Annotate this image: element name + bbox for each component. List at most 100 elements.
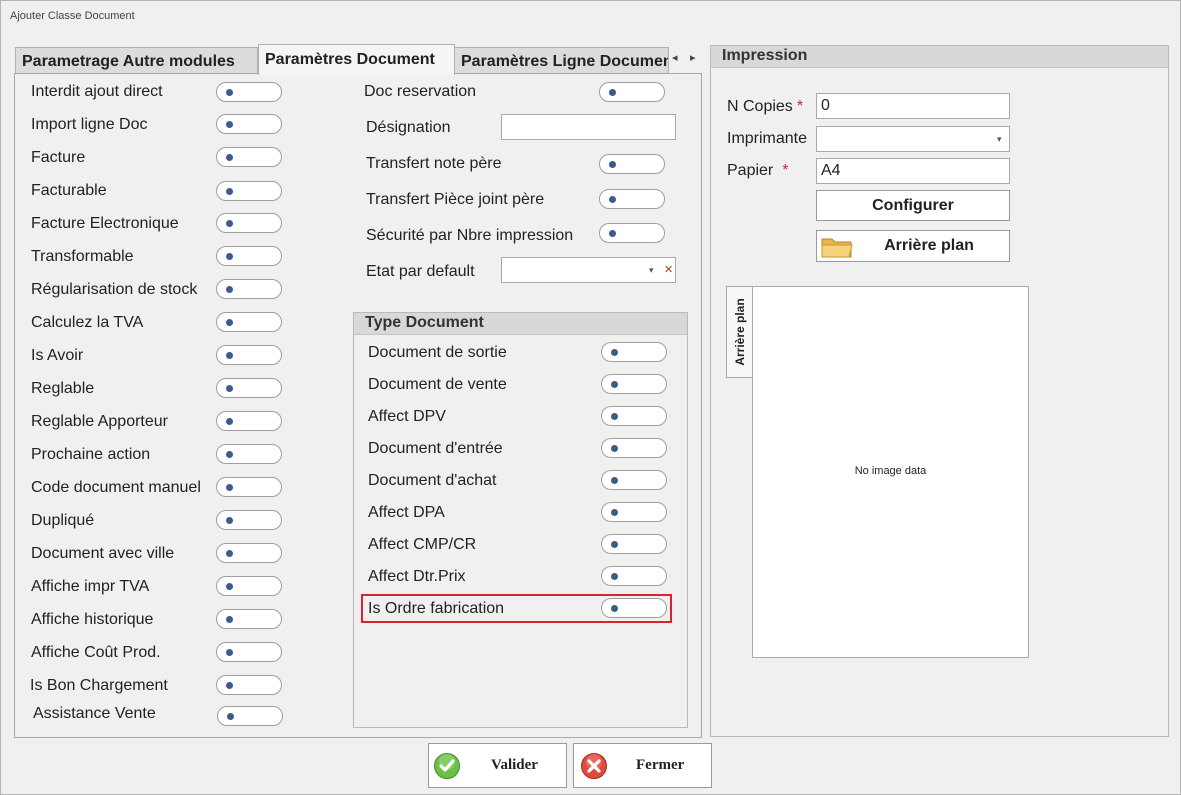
left-option-toggle[interactable]	[216, 510, 282, 530]
left-option-label: Is Avoir	[31, 347, 84, 364]
arriere-plan-tab[interactable]: Arrière plan	[726, 286, 753, 378]
type-document-toggle[interactable]	[601, 534, 667, 554]
left-option-toggle[interactable]	[216, 213, 282, 233]
etat-par-default-label: Etat par default	[366, 263, 475, 280]
left-option-label: Affiche impr TVA	[31, 578, 150, 595]
tab-next-icon[interactable]: ▸	[690, 51, 696, 64]
toggle-knob	[611, 477, 618, 484]
valider-label: Valider	[491, 757, 538, 773]
transfert-piece-joint-label: Transfert Pièce joint père	[366, 191, 545, 208]
left-option-toggle[interactable]	[216, 477, 282, 497]
image-preview[interactable]: No image data	[752, 286, 1029, 658]
doc-reservation-toggle[interactable]	[599, 82, 665, 102]
configurer-button[interactable]: Configurer	[816, 190, 1010, 221]
left-option-label: Import ligne Doc	[31, 116, 148, 133]
toggle-knob	[226, 583, 233, 590]
left-option-toggle[interactable]	[216, 642, 282, 662]
left-option-toggle[interactable]	[216, 576, 282, 596]
toggle-knob	[611, 445, 618, 452]
type-document-label: Document de vente	[368, 376, 507, 393]
toggle-knob	[611, 381, 618, 388]
toggle-knob	[609, 196, 616, 203]
left-option-toggle[interactable]	[216, 444, 282, 464]
type-document-toggle[interactable]	[601, 374, 667, 394]
left-option-toggle[interactable]	[216, 181, 282, 201]
type-document-toggle[interactable]	[601, 406, 667, 426]
required-mark: *	[782, 162, 789, 179]
left-option-label: Assistance Vente	[33, 705, 156, 722]
type-document-toggle[interactable]	[601, 470, 667, 490]
left-option-toggle[interactable]	[216, 147, 282, 167]
type-document-label: Document d'achat	[368, 472, 497, 489]
required-mark: *	[796, 98, 804, 115]
toggle-knob	[226, 220, 233, 227]
left-option-label: Reglable	[31, 380, 95, 397]
toggle-knob	[226, 253, 233, 260]
left-option-toggle[interactable]	[216, 675, 282, 695]
left-option-toggle[interactable]	[216, 279, 282, 299]
toggle-knob	[611, 349, 618, 356]
tab-parametres-document[interactable]: Paramètres Document	[258, 44, 455, 75]
highlight-box	[361, 594, 672, 623]
type-document-label: Affect DPV	[368, 408, 446, 425]
type-document-label: Document de sortie	[368, 344, 507, 361]
designation-label: Désignation	[366, 119, 451, 136]
arriere-plan-button[interactable]: Arrière plan	[816, 230, 1010, 262]
toggle-knob	[226, 451, 233, 458]
clear-icon[interactable]: ✕	[664, 263, 673, 276]
type-document-toggle[interactable]	[601, 342, 667, 362]
left-option-toggle[interactable]	[216, 543, 282, 563]
transfert-piece-joint-toggle[interactable]	[599, 189, 665, 209]
left-option-toggle[interactable]	[217, 706, 283, 726]
transfert-note-pere-toggle[interactable]	[599, 154, 665, 174]
chevron-down-icon[interactable]: ▾	[649, 265, 654, 276]
toggle-knob	[609, 161, 616, 168]
tab-parametres-ligne-document[interactable]: Paramètres Ligne Document	[454, 47, 669, 74]
toggle-knob	[611, 573, 618, 580]
type-document-label: Affect DPA	[368, 504, 445, 521]
toggle-knob	[226, 418, 233, 425]
left-option-toggle[interactable]	[216, 312, 282, 332]
type-document-toggle[interactable]	[601, 566, 667, 586]
toggle-knob	[226, 517, 233, 524]
folder-icon	[821, 238, 853, 258]
close-icon	[581, 753, 607, 779]
left-option-toggle[interactable]	[216, 411, 282, 431]
papier-input[interactable]: A4	[816, 158, 1010, 184]
type-document-toggle[interactable]	[601, 438, 667, 458]
left-option-label: Dupliqué	[31, 512, 95, 529]
n-copies-input[interactable]: 0	[816, 93, 1010, 119]
papier-label: Papier *	[727, 162, 789, 179]
left-option-label: Affiche Coût Prod.	[31, 644, 161, 661]
toggle-knob	[226, 682, 233, 689]
securite-impression-toggle[interactable]	[599, 223, 665, 243]
toggle-knob	[226, 484, 233, 491]
designation-input[interactable]	[501, 114, 676, 140]
left-option-toggle[interactable]	[216, 246, 282, 266]
toggle-knob	[226, 154, 233, 161]
left-option-label: Facture Electronique	[31, 215, 179, 232]
type-document-header: Type Document	[354, 313, 687, 335]
toggle-knob	[226, 550, 233, 557]
toggle-knob	[609, 230, 616, 237]
fermer-button[interactable]: Fermer	[573, 743, 712, 788]
valider-button[interactable]: Valider	[428, 743, 567, 788]
impression-header: Impression	[711, 46, 1168, 68]
toggle-knob	[226, 352, 233, 359]
type-document-toggle[interactable]	[601, 502, 667, 522]
toggle-knob	[611, 509, 618, 516]
toggle-knob	[611, 413, 618, 420]
left-option-toggle[interactable]	[216, 114, 282, 134]
left-option-toggle[interactable]	[216, 82, 282, 102]
left-option-toggle[interactable]	[216, 609, 282, 629]
imprimante-combo[interactable]	[816, 126, 1010, 152]
no-image-text: No image data	[854, 465, 927, 477]
left-option-toggle[interactable]	[216, 378, 282, 398]
tab-prev-icon[interactable]: ◂	[672, 51, 678, 64]
toggle-knob	[226, 319, 233, 326]
tab-parametrage-autre-modules[interactable]: Parametrage Autre modules	[15, 47, 258, 74]
window-title: Ajouter Classe Document	[10, 10, 135, 22]
chevron-down-icon[interactable]: ▾	[997, 134, 1002, 145]
left-option-toggle[interactable]	[216, 345, 282, 365]
toggle-knob	[226, 121, 233, 128]
